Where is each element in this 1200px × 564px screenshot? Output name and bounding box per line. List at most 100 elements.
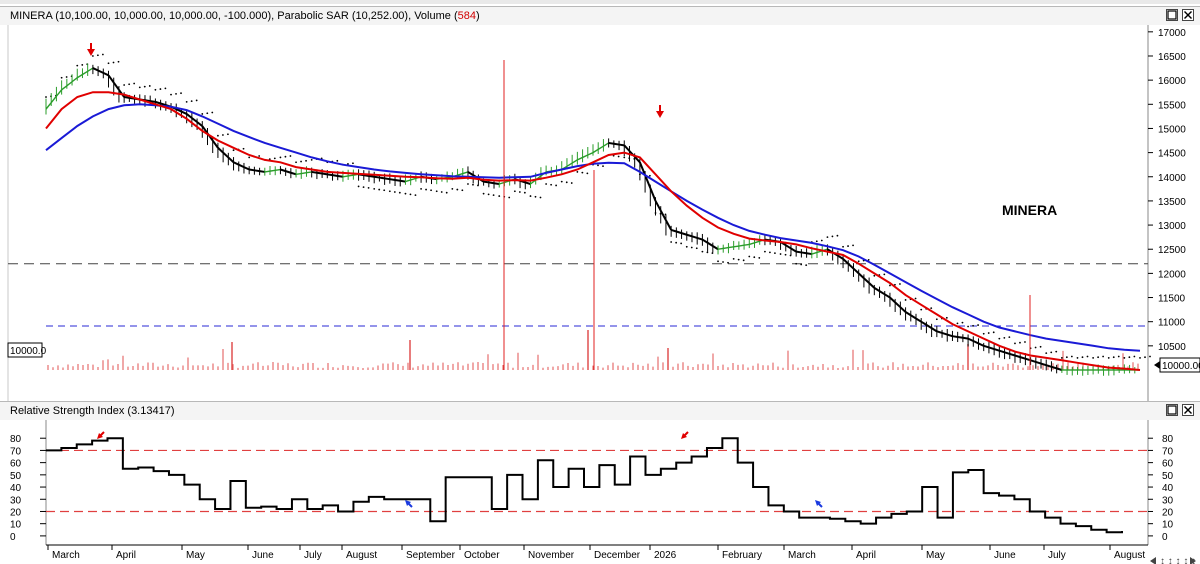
sar-dot [383, 189, 386, 192]
y-tick-label: 17000 [1158, 28, 1186, 39]
sar-dot [148, 85, 151, 87]
close-icon[interactable] [1182, 404, 1194, 416]
sar-dot [748, 255, 751, 258]
x-tick-label: June [252, 550, 274, 561]
rsi-tick-label-left: 10 [10, 520, 22, 531]
rsi-tick-label-right: 60 [1162, 459, 1174, 470]
sar-dot [487, 193, 490, 196]
sar-dot [1128, 356, 1131, 359]
sar-dot [1112, 356, 1115, 359]
sar-dot [1055, 350, 1058, 353]
rsi-tick-label-right: 70 [1162, 446, 1174, 457]
price-bar [254, 169, 260, 173]
sar-dot [842, 245, 844, 248]
sar-dot [664, 213, 667, 216]
sar-dot [675, 241, 678, 244]
sar-dot [201, 113, 204, 115]
sar-dot [982, 332, 985, 335]
sar-dot [977, 324, 979, 326]
x-tick-label: July [304, 550, 322, 561]
price-bar [311, 170, 318, 174]
right-value-label: 10000.00 [1162, 361, 1200, 372]
y-tick-label: 11000 [1158, 318, 1186, 329]
sar-dot [242, 147, 245, 150]
price-bar [806, 252, 812, 256]
sar-dot [737, 258, 740, 261]
sar-dot [1107, 357, 1110, 359]
sar-dot [565, 181, 568, 184]
sar-dot [961, 321, 964, 324]
sar-dot [451, 187, 454, 190]
sar-dot [128, 83, 131, 86]
sar-dot [1060, 357, 1063, 359]
sar-dot [1050, 351, 1053, 354]
rsi-tick-label-left: 20 [10, 507, 22, 518]
sar-dot [508, 196, 511, 199]
x-tick-label: February [722, 550, 762, 561]
close-icon[interactable] [1182, 9, 1194, 21]
sar-dot [65, 76, 68, 78]
sar-dot [1133, 355, 1136, 358]
sar-dot [972, 324, 974, 327]
rsi-panel-title: Relative Strength Index (3.13417) [10, 405, 175, 417]
price-bar [962, 336, 969, 340]
sar-dot [1117, 355, 1120, 358]
sar-dot [185, 100, 188, 103]
sar-dot [1070, 355, 1073, 358]
sar-dot [143, 85, 146, 88]
sar-dot [1039, 345, 1042, 348]
sar-dot [273, 157, 276, 160]
restore-icon[interactable] [1166, 9, 1178, 21]
rsi-tick-label-right: 50 [1162, 471, 1174, 482]
sar-dot [96, 54, 99, 57]
sar-dot [1008, 336, 1011, 339]
sar-dot [1097, 356, 1100, 359]
sar-dot [378, 188, 381, 191]
sar-dot [795, 262, 798, 265]
x-tick-label: September [406, 550, 456, 561]
sar-dot [461, 189, 464, 192]
x-tick-label: March [788, 550, 816, 561]
sar-dot [648, 174, 651, 177]
rsi-tick-label-right: 20 [1162, 507, 1174, 518]
sar-dot [690, 246, 693, 249]
price-bar [249, 168, 255, 172]
restore-icon[interactable] [1166, 404, 1178, 416]
price-bar [608, 141, 614, 145]
sar-dot [727, 261, 729, 264]
sar-dot [1086, 355, 1089, 358]
sar-dot [1092, 357, 1095, 359]
price-bar [733, 245, 739, 248]
sar-dot [560, 180, 563, 183]
sar-dot [180, 92, 182, 95]
sar-dot [222, 134, 224, 136]
sar-dot [420, 187, 422, 190]
sar-dot [190, 100, 193, 103]
sar-dot [164, 87, 167, 90]
window-chrome-top [0, 0, 1200, 4]
sar-dot [945, 316, 948, 319]
sar-dot [1139, 357, 1141, 359]
price-bar [743, 243, 750, 246]
sar-dot [1003, 336, 1006, 339]
sar-dot [805, 264, 808, 267]
x-tick-label: August [346, 550, 377, 561]
x-tick-label: May [926, 550, 945, 561]
price-bar [275, 168, 281, 172]
sar-dot [440, 191, 443, 193]
price-bar [316, 171, 323, 175]
sar-dot [529, 195, 532, 197]
sar-dot [445, 191, 448, 194]
sar-dot [753, 256, 756, 259]
sar-dot [217, 134, 219, 137]
x-tick-label: April [856, 550, 876, 561]
rsi-tick-label-left: 40 [10, 483, 22, 494]
price-bar [952, 335, 958, 338]
sar-dot [695, 247, 698, 250]
sar-dot [998, 337, 1001, 340]
sar-dot [101, 53, 104, 56]
sar-dot [800, 263, 803, 266]
x-tick-label: May [186, 550, 205, 561]
price-bar [488, 181, 495, 185]
sar-dot [362, 186, 365, 189]
